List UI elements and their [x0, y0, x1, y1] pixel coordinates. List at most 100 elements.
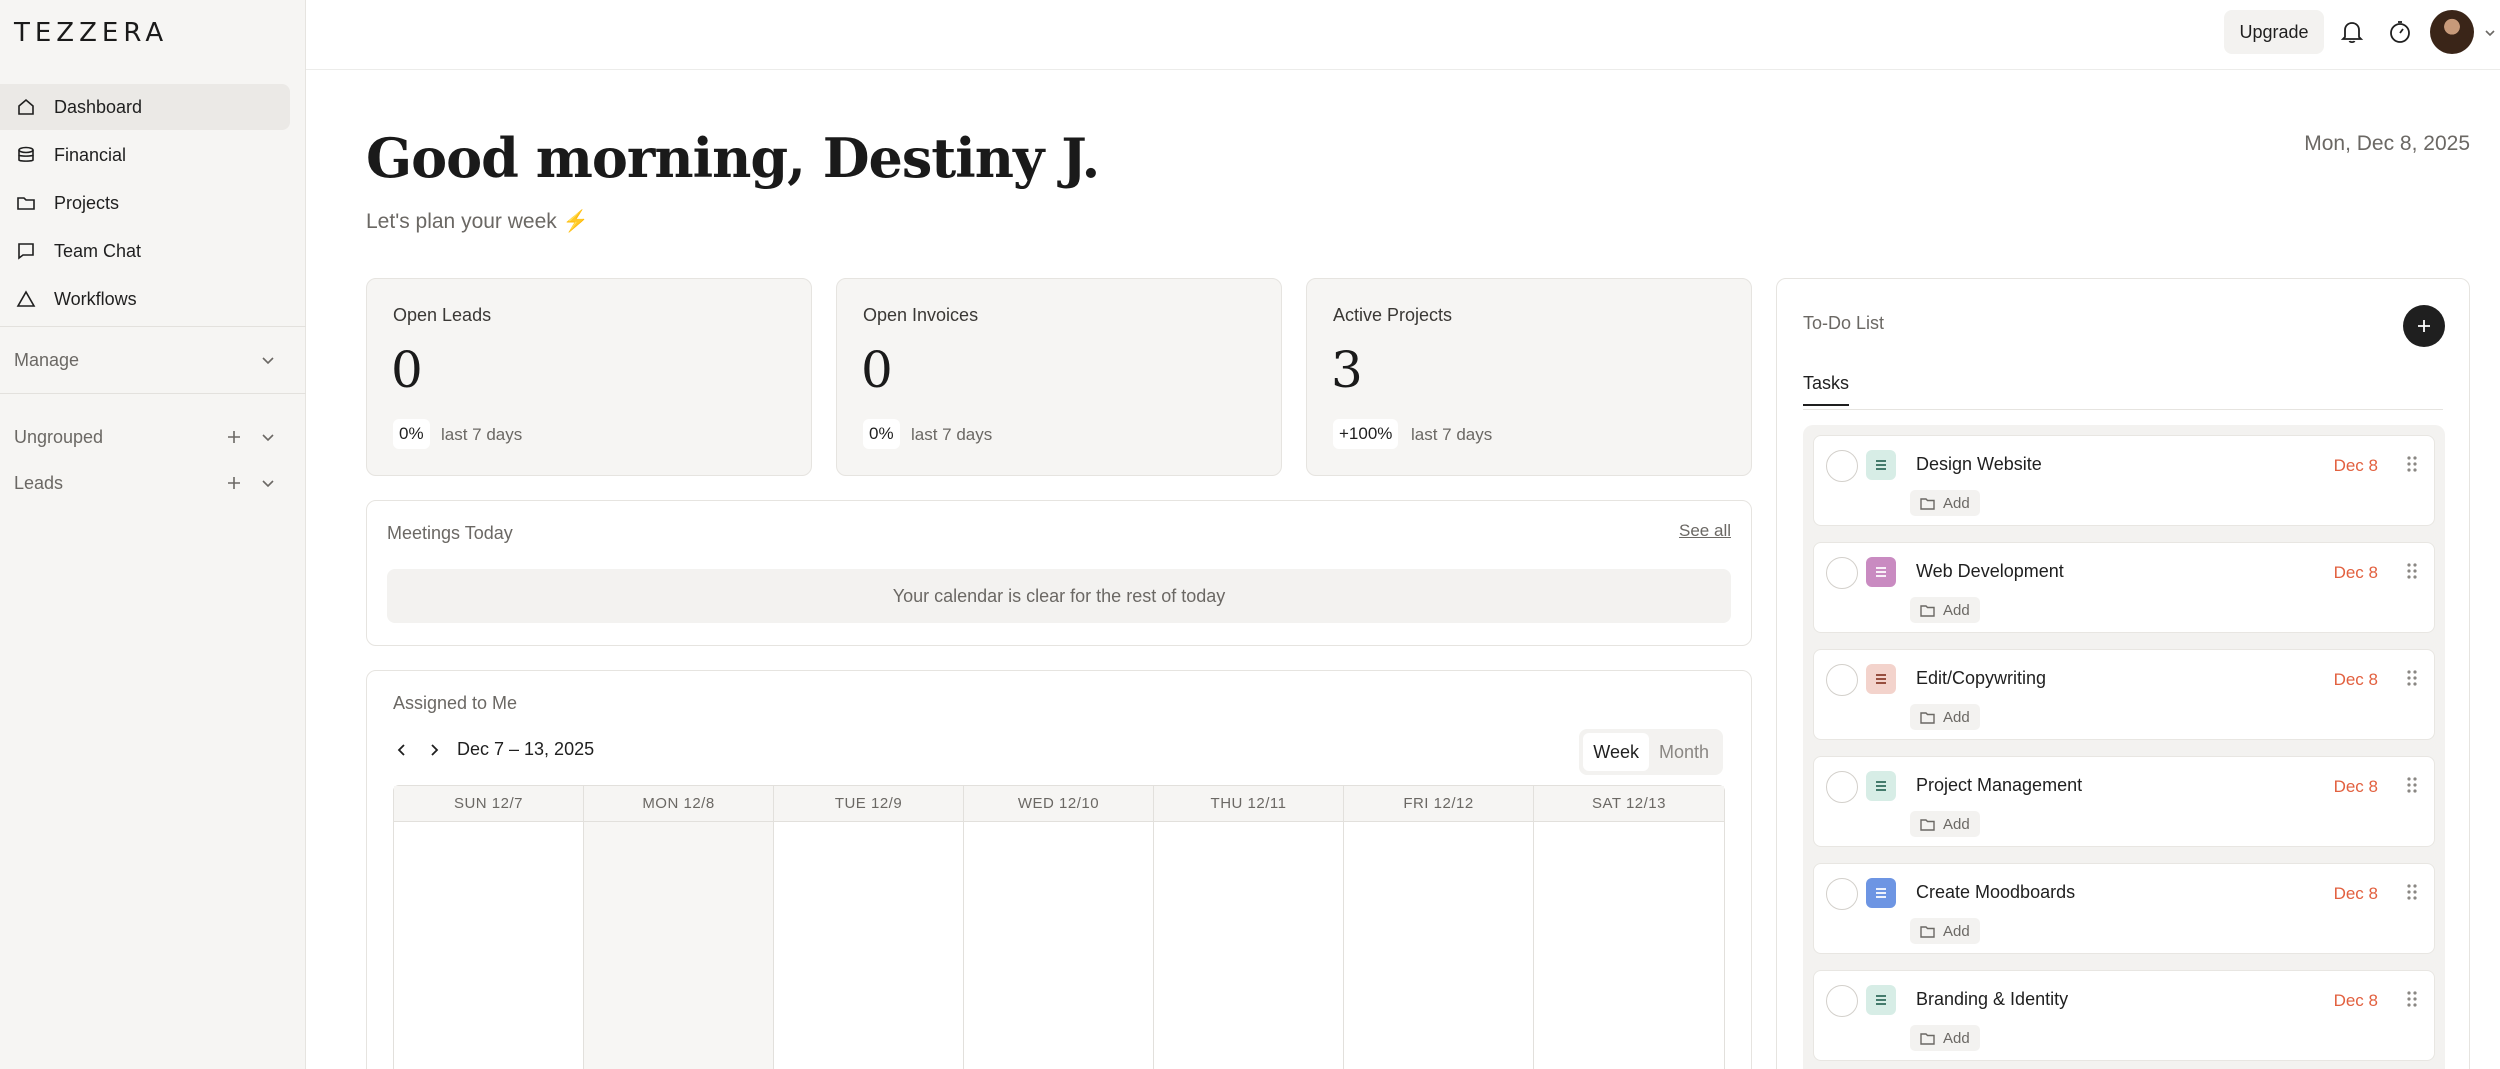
app-logo[interactable]: TEZZERA	[14, 18, 168, 48]
calendar-day-column[interactable]: THU 12/11	[1154, 786, 1344, 1069]
todo-panel: To-Do List Tasks Design Website Dec 8 Ad…	[1776, 278, 2470, 1069]
tab-divider	[1803, 409, 2443, 410]
see-all-link[interactable]: See all	[1679, 521, 1731, 541]
task-checkbox[interactable]	[1826, 878, 1858, 910]
folder-icon	[1920, 1032, 1935, 1045]
assigned-title: Assigned to Me	[393, 693, 518, 713]
plus-icon[interactable]	[226, 429, 242, 445]
stat-change-badge: +100%	[1333, 419, 1399, 449]
task-card[interactable]: Create Moodboards Dec 8 Add	[1813, 863, 2435, 954]
task-name: Create Moodboards	[1916, 882, 2076, 902]
drag-handle-icon[interactable]	[2406, 668, 2418, 693]
calendar-day-column[interactable]: FRI 12/12	[1344, 786, 1534, 1069]
sidebar-divider	[0, 393, 306, 394]
task-due-date: Dec 8	[2333, 991, 2378, 1010]
folder-icon	[16, 193, 36, 213]
add-folder-button[interactable]: Add	[1910, 490, 1980, 516]
task-name: Project Management	[1916, 775, 2083, 795]
chevron-down-icon[interactable]	[260, 475, 276, 491]
stat-note: last 7 days	[911, 425, 993, 444]
add-folder-button[interactable]: Add	[1910, 1025, 1980, 1051]
view-toggle: Week Month	[1579, 729, 1723, 775]
topbar	[306, 0, 2500, 70]
page-title: Good morning, Destiny J.	[366, 126, 1100, 190]
stat-change-badge: 0%	[393, 419, 430, 449]
timer-icon[interactable]	[2386, 18, 2414, 46]
sidebar-item-financial[interactable]: Financial	[0, 132, 290, 178]
avatar[interactable]	[2430, 10, 2474, 54]
list-icon	[1866, 557, 1896, 587]
stat-card-open-invoices[interactable]: Open Invoices 0 0% last 7 days	[836, 278, 1282, 476]
upgrade-button[interactable]: Upgrade	[2224, 10, 2324, 54]
task-name: Branding & Identity	[1916, 989, 2069, 1009]
task-card[interactable]: Web Development Dec 8 Add	[1813, 542, 2435, 633]
plus-icon	[2418, 320, 2430, 332]
task-card[interactable]: Branding & Identity Dec 8 Add	[1813, 970, 2435, 1061]
chevron-down-icon[interactable]	[260, 429, 276, 445]
add-folder-label: Add	[1943, 494, 1970, 512]
assigned-panel: Assigned to Me Dec 7 – 13, 2025 Week Mon…	[366, 670, 1752, 1069]
stat-card-active-projects[interactable]: Active Projects 3 +100% last 7 days	[1306, 278, 1752, 476]
task-name: Edit/Copywriting	[1916, 668, 2047, 688]
bell-icon[interactable]	[2338, 18, 2366, 46]
chevron-right-icon[interactable]	[425, 741, 443, 759]
list-icon	[1866, 985, 1896, 1015]
day-header: FRI 12/12	[1344, 786, 1533, 822]
drag-handle-icon[interactable]	[2406, 561, 2418, 586]
day-header: SUN 12/7	[394, 786, 583, 822]
folder-icon	[1920, 604, 1935, 617]
chevron-down-icon	[262, 357, 274, 365]
plus-icon[interactable]	[226, 475, 242, 491]
view-week-button[interactable]: Week	[1583, 733, 1649, 771]
calendar-day-column[interactable]: SUN 12/7	[394, 786, 584, 1069]
task-due-date: Dec 8	[2333, 670, 2378, 689]
task-checkbox[interactable]	[1826, 771, 1858, 803]
current-date: Mon, Dec 8, 2025	[2304, 132, 2470, 155]
list-icon	[1866, 878, 1896, 908]
sidebar-item-dashboard[interactable]: Dashboard	[0, 84, 290, 130]
task-name: Design Website	[1916, 454, 2042, 474]
triangle-icon	[16, 289, 36, 309]
sidebar-nav: Dashboard Financial Projects Team Chat W…	[0, 84, 306, 506]
task-card[interactable]: Design Website Dec 8 Add	[1813, 435, 2435, 526]
drag-handle-icon[interactable]	[2406, 989, 2418, 1014]
add-folder-button[interactable]: Add	[1910, 918, 1980, 944]
view-month-button[interactable]: Month	[1649, 733, 1719, 771]
add-folder-button[interactable]: Add	[1910, 811, 1980, 837]
calendar-day-column[interactable]: SAT 12/13	[1534, 786, 1724, 1069]
task-checkbox[interactable]	[1826, 450, 1858, 482]
calendar-day-column[interactable]: TUE 12/9	[774, 786, 964, 1069]
tab-tasks[interactable]: Tasks	[1803, 373, 1850, 406]
sidebar-item-projects[interactable]: Projects	[0, 180, 290, 226]
chevron-left-icon[interactable]	[393, 741, 411, 759]
week-navigator: Dec 7 – 13, 2025	[393, 739, 594, 760]
task-card[interactable]: Edit/Copywriting Dec 8 Add	[1813, 649, 2435, 740]
task-checkbox[interactable]	[1826, 985, 1858, 1017]
add-folder-button[interactable]: Add	[1910, 597, 1980, 623]
add-folder-button[interactable]: Add	[1910, 704, 1980, 730]
sidebar: TEZZERA Dashboard Financial Projects Tea…	[0, 0, 306, 1069]
sidebar-item-workflows[interactable]: Workflows	[0, 276, 290, 322]
todo-title: To-Do List	[1803, 313, 1885, 333]
sidebar-item-team-chat[interactable]: Team Chat	[0, 228, 290, 274]
drag-handle-icon[interactable]	[2406, 775, 2418, 800]
chevron-down-icon[interactable]	[2483, 26, 2497, 40]
add-folder-label: Add	[1943, 1029, 1970, 1047]
task-due-date: Dec 8	[2333, 563, 2378, 582]
stat-note: last 7 days	[441, 425, 523, 444]
task-checkbox[interactable]	[1826, 664, 1858, 696]
task-card[interactable]: Project Management Dec 8 Add	[1813, 756, 2435, 847]
group-ungrouped[interactable]: Ungrouped	[0, 414, 306, 460]
task-due-date: Dec 8	[2333, 456, 2378, 475]
stat-card-open-leads[interactable]: Open Leads 0 0% last 7 days	[366, 278, 812, 476]
drag-handle-icon[interactable]	[2406, 454, 2418, 479]
drag-handle-icon[interactable]	[2406, 882, 2418, 907]
calendar-day-column[interactable]: MON 12/8	[584, 786, 774, 1069]
group-leads[interactable]: Leads	[0, 460, 306, 506]
manage-section[interactable]: Manage	[0, 327, 306, 393]
add-task-button[interactable]	[2403, 305, 2445, 347]
task-checkbox[interactable]	[1826, 557, 1858, 589]
stat-value: 0	[861, 341, 893, 399]
list-icon	[1866, 450, 1896, 480]
calendar-day-column[interactable]: WED 12/10	[964, 786, 1154, 1069]
